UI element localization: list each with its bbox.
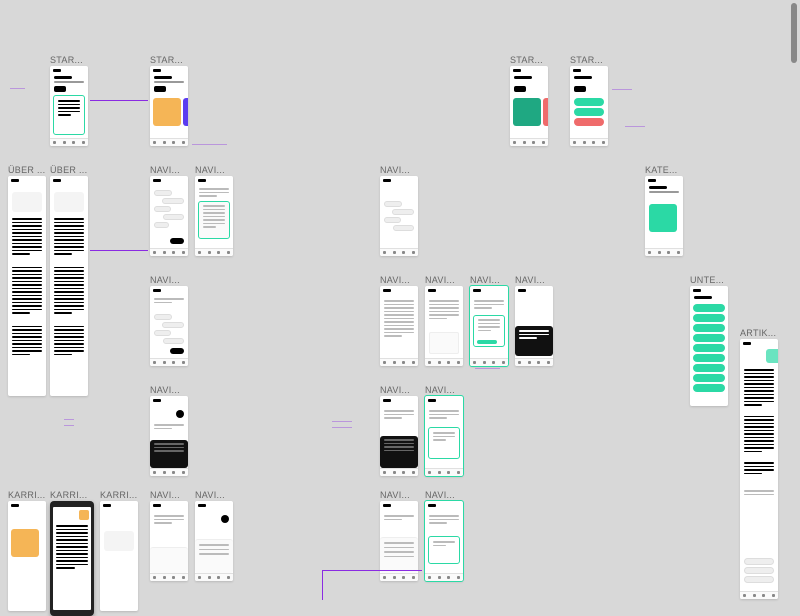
annotation: ———— (625, 125, 675, 131)
frame-label: ÜBER ... (50, 165, 88, 175)
annotation: ———————— (332, 420, 377, 431)
frame-navi-5[interactable]: NAVI... (380, 275, 418, 366)
frame-kate[interactable]: KATE... (645, 165, 683, 256)
frame-navi-7[interactable]: NAVI... (470, 275, 508, 366)
frame-artik[interactable]: ARTIK... (740, 328, 778, 599)
frame-navi-1[interactable]: NAVI... (150, 165, 188, 256)
frame-label: STAR... (50, 55, 88, 65)
frame-label: NAVI... (380, 275, 418, 285)
frame-label: NAVI... (150, 490, 188, 500)
frame-uber-2[interactable]: ÜBER ... (50, 165, 88, 396)
frame-label: KARRI... (100, 490, 138, 500)
frame-label: NAVI... (150, 275, 188, 285)
frame-label: NAVI... (425, 275, 463, 285)
annotation: ——————— (192, 143, 252, 149)
annotation: ————— (475, 367, 545, 373)
frame-label: NAVI... (470, 275, 508, 285)
frame-navi-2[interactable]: NAVI... (195, 165, 233, 256)
frame-label: NAVI... (515, 275, 553, 285)
frame-navi-10[interactable]: NAVI... (380, 385, 418, 476)
frame-label: NAVI... (195, 490, 233, 500)
frame-label: NAVI... (195, 165, 233, 175)
frame-karri-2-device[interactable]: KARRI... (50, 490, 94, 616)
frame-label: NAVI... (380, 385, 418, 395)
frame-navi-15[interactable]: NAVI... (425, 490, 463, 581)
frame-navi-9[interactable]: NAVI... (150, 385, 188, 476)
annotation: ———— (612, 88, 662, 94)
frame-navi-8[interactable]: NAVI... (515, 275, 553, 366)
frame-label: KARRI... (50, 490, 94, 500)
frame-label: ÜBER ... (8, 165, 46, 175)
frame-navi-11[interactable]: NAVI... (425, 385, 463, 476)
frame-karri-3[interactable]: KARRI... (100, 490, 138, 611)
frame-navi-12[interactable]: NAVI... (150, 490, 188, 581)
frame-label: KARRI... (8, 490, 46, 500)
frame-navi-14[interactable]: NAVI... (380, 490, 418, 581)
frame-label: NAVI... (150, 385, 188, 395)
frame-star-1[interactable]: STAR... (50, 55, 88, 146)
frame-label: ARTIK... (740, 328, 778, 338)
scrollbar[interactable] (791, 3, 797, 63)
frame-label: NAVI... (425, 385, 463, 395)
frame-navi-3[interactable]: NAVI... (380, 165, 418, 256)
frame-label: NAVI... (425, 490, 463, 500)
annotation: ———— (64, 418, 94, 429)
connector (90, 250, 148, 251)
connector (90, 100, 148, 101)
frame-unte[interactable]: UNTE... (690, 275, 728, 406)
frame-star-2[interactable]: STAR... (150, 55, 188, 146)
frame-navi-13[interactable]: NAVI... (195, 490, 233, 581)
connector (322, 570, 422, 571)
frame-label: NAVI... (380, 165, 418, 175)
frame-label: STAR... (570, 55, 608, 65)
frame-label: UNTE... (690, 275, 728, 285)
frame-star-4[interactable]: STAR... (570, 55, 608, 146)
frame-navi-4[interactable]: NAVI... (150, 275, 188, 366)
connector (322, 570, 323, 600)
frame-uber-1[interactable]: ÜBER ... (8, 165, 46, 396)
frame-navi-6[interactable]: NAVI... (425, 275, 463, 366)
frame-karri-1[interactable]: KARRI... (8, 490, 46, 611)
frame-label: KATE... (645, 165, 683, 175)
frame-label: STAR... (150, 55, 188, 65)
design-canvas[interactable]: STAR... STAR... STAR... (0, 0, 800, 611)
frame-star-3[interactable]: STAR... (510, 55, 548, 146)
frame-label: STAR... (510, 55, 548, 65)
frame-label: NAVI... (150, 165, 188, 175)
frame-label: NAVI... (380, 490, 418, 500)
annotation: ——— (10, 87, 48, 93)
